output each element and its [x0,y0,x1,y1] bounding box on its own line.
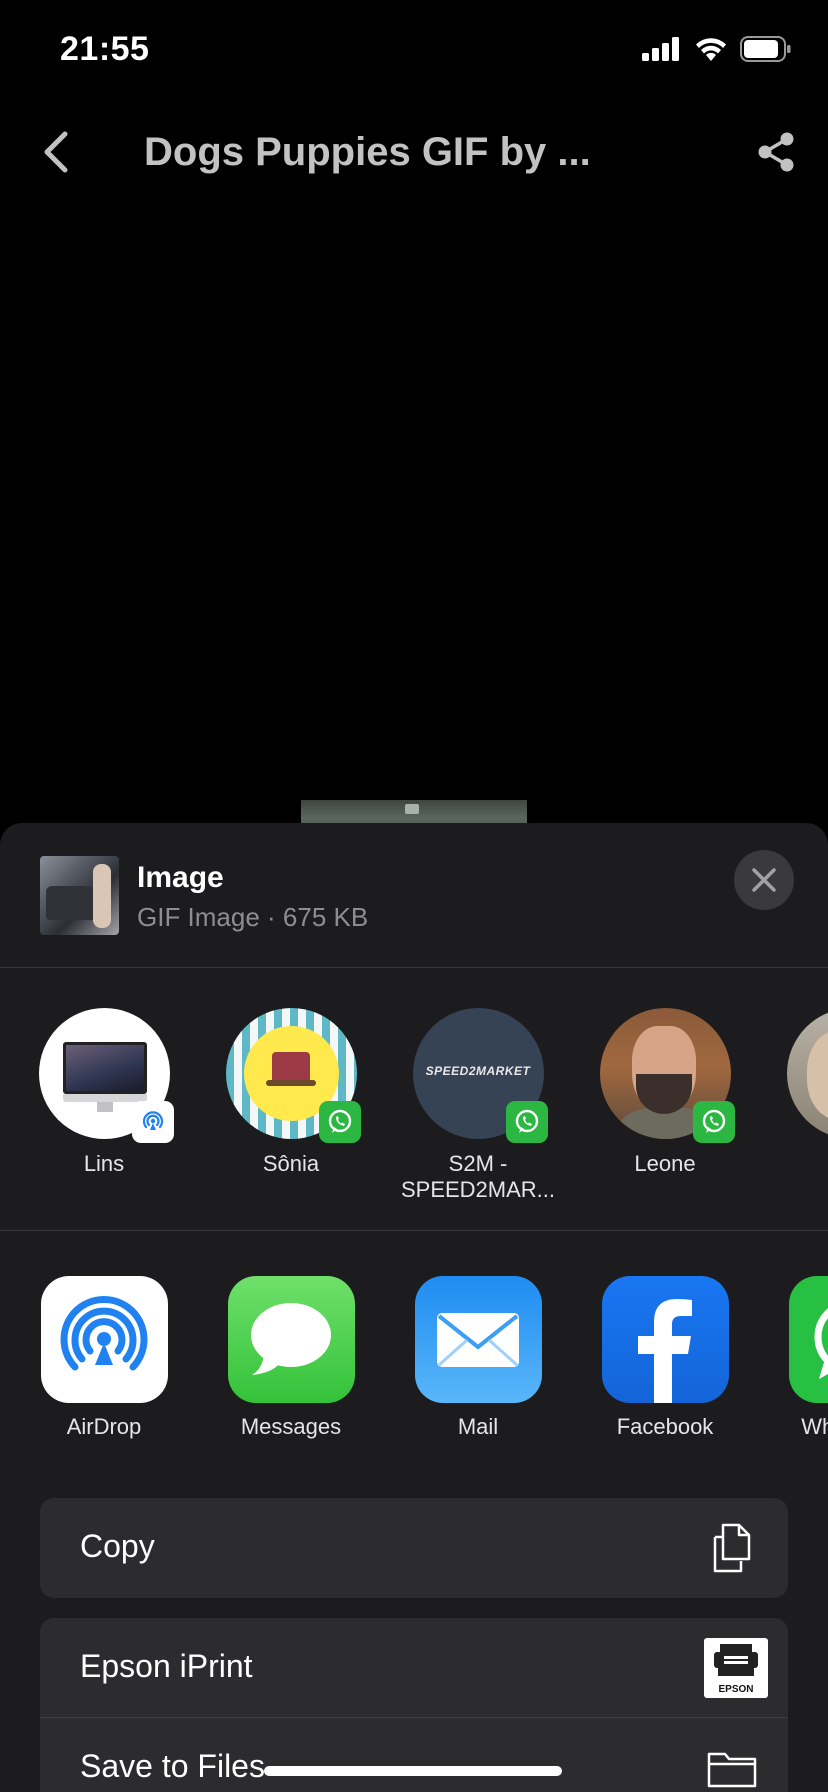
airdrop-badge-icon [131,1101,174,1143]
app-label: AirDrop [66,1414,142,1439]
back-button[interactable] [26,126,86,178]
wifi-icon [696,38,726,61]
app-airdrop[interactable]: AirDrop [24,1276,184,1440]
epson-iprint-label: Epson iPrint [80,1648,253,1684]
person-name: Sônia [262,1151,320,1176]
status-bar: 21:55 [0,0,828,100]
epson-iprint-icon: EPSON [704,1638,768,1698]
app-mail[interactable]: Mail [398,1276,558,1440]
share-item-title: Image [137,861,224,894]
share-sheet-header: Image GIF Image · 675 KB [0,823,828,968]
avatar [786,1008,828,1139]
navigation-bar: Dogs Puppies GIF by ... [0,100,828,204]
actions-list: Copy Epson iPrint EPSON Save to Files [40,1498,788,1792]
app-label: Mail [457,1414,499,1439]
speed2market-logo: SPEED2MARKET [425,1064,531,1078]
cellular-signal-icon [642,37,679,61]
copy-action[interactable]: Copy [40,1498,788,1598]
whatsapp-badge-icon [505,1101,548,1143]
epson-iprint-action[interactable]: Epson iPrint EPSON [40,1618,788,1718]
whatsapp-badge-icon [318,1101,361,1143]
person-suggestion-leone[interactable]: Leone [585,1008,745,1177]
copy-icon [706,1522,758,1574]
battery-icon [740,36,791,62]
save-to-files-label: Save to Files [80,1748,265,1784]
people-suggestions-row: Lins Sônia SPEED2MARKET S2M - SPEED2MAR.… [0,968,828,1231]
epson-icon-text: EPSON [718,1684,754,1695]
share-button[interactable] [750,126,802,178]
share-item-subtitle: GIF Image · 675 KB [137,902,369,932]
person-suggestion-s2m[interactable]: SPEED2MARKET S2M - SPEED2MAR... [398,1008,558,1203]
person-name: S2M - SPEED2MAR... [400,1151,556,1202]
close-button[interactable] [734,850,794,910]
whatsapp-icon [788,1276,828,1403]
person-suggestion-partial[interactable]: M [772,1008,828,1177]
whatsapp-badge-icon [692,1101,735,1143]
chevron-left-icon [44,131,68,173]
close-icon [752,868,776,892]
facebook-icon [601,1276,729,1403]
airdrop-icon [40,1276,168,1403]
status-icons [642,36,792,62]
copy-label: Copy [80,1528,155,1564]
mail-icon [414,1276,542,1403]
save-to-files-action[interactable]: Save to Files [40,1718,788,1792]
app-label: WhatsApp [801,1414,828,1439]
share-sheet: Image GIF Image · 675 KB Lins Sônia SPEE… [0,823,828,1792]
app-messages[interactable]: Messages [211,1276,371,1440]
image-thumbnail [40,856,119,935]
apps-row: AirDrop Messages Mail Facebook W [0,1231,828,1471]
app-facebook[interactable]: Facebook [585,1276,745,1440]
app-whatsapp[interactable]: WhatsApp [772,1276,828,1440]
status-time: 21:55 [60,30,150,68]
app-label: Messages [240,1414,342,1439]
person-name: Leone [634,1151,696,1176]
person-suggestion-sonia[interactable]: Sônia [211,1008,371,1177]
page-title: Dogs Puppies GIF by ... [144,130,591,174]
home-indicator[interactable] [264,1766,562,1776]
person-suggestion-lins[interactable]: Lins [24,1008,184,1177]
share-icon [758,132,794,172]
app-label: Facebook [616,1414,714,1439]
messages-icon [227,1276,355,1403]
person-name: M [772,1151,828,1177]
person-name: Lins [83,1151,125,1176]
folder-icon [706,1742,758,1792]
